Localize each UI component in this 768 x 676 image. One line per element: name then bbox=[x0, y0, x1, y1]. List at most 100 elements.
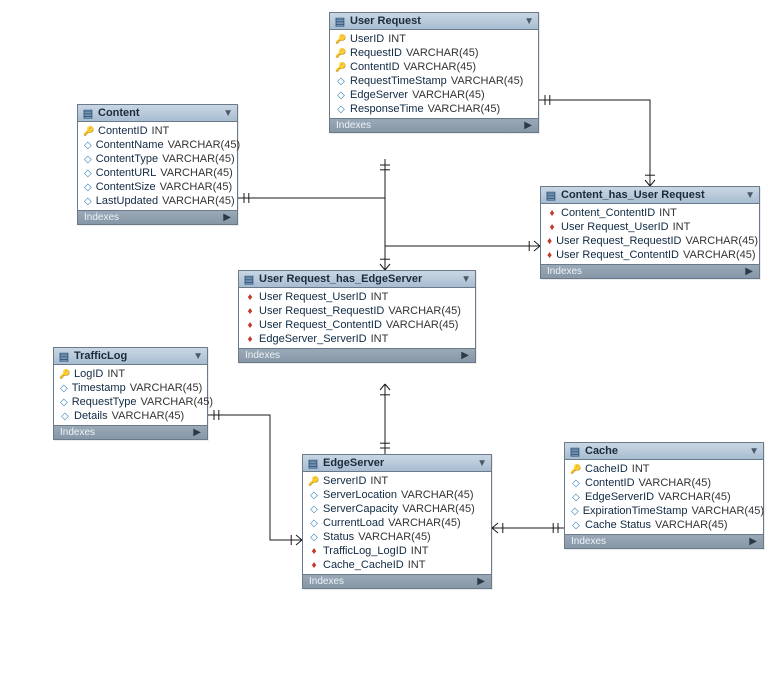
column-type: INT bbox=[411, 545, 429, 557]
chevron-down-icon[interactable]: ▼ bbox=[524, 16, 534, 27]
table-edgeserver[interactable]: ▤EdgeServer▼🔑ServerIDINT◇ServerLocationV… bbox=[302, 454, 492, 589]
table-footer[interactable]: Indexes▶ bbox=[565, 534, 763, 548]
key-icon: 🔑 bbox=[336, 62, 346, 72]
column-row[interactable]: ♦User Request_ContentIDVARCHAR(45) bbox=[239, 318, 475, 332]
indexes-label: Indexes bbox=[309, 576, 344, 587]
column-name: Content_ContentID bbox=[561, 207, 655, 219]
column-row[interactable]: ◇RequestTypeVARCHAR(45) bbox=[54, 395, 207, 409]
column-row[interactable]: ◇Cache StatusVARCHAR(45) bbox=[565, 518, 763, 532]
column-name: EdgeServer_ServerID bbox=[259, 333, 367, 345]
column-row[interactable]: ◇ContentNameVARCHAR(45) bbox=[78, 138, 237, 152]
table-header[interactable]: ▤Content_has_User Request▼ bbox=[541, 187, 759, 204]
column-row[interactable]: 🔑RequestIDVARCHAR(45) bbox=[330, 46, 538, 60]
column-row[interactable]: ◇RequestTimeStampVARCHAR(45) bbox=[330, 74, 538, 88]
column-row[interactable]: ♦EdgeServer_ServerIDINT bbox=[239, 332, 475, 346]
column-row[interactable]: ♦User Request_UserIDINT bbox=[541, 220, 759, 234]
column-name: CacheID bbox=[585, 463, 628, 475]
column-row[interactable]: ◇ContentURLVARCHAR(45) bbox=[78, 166, 237, 180]
column-row[interactable]: 🔑ServerIDINT bbox=[303, 474, 491, 488]
table-content[interactable]: ▤Content▼ 🔑ContentIDINT◇ContentNameVARCHA… bbox=[77, 104, 238, 225]
table-header[interactable]: ▤User Request_has_EdgeServer▼ bbox=[239, 271, 475, 288]
column-row[interactable]: ◇ExpirationTimeStampVARCHAR(45) bbox=[565, 504, 763, 518]
column-row[interactable]: 🔑ContentIDINT bbox=[78, 124, 237, 138]
column-row[interactable]: 🔑 CacheID INT bbox=[565, 462, 763, 476]
column-type: VARCHAR(45) bbox=[404, 61, 477, 73]
column-name: ServerLocation bbox=[323, 489, 397, 501]
table-footer[interactable]: Indexes▶ bbox=[541, 264, 759, 278]
column-row[interactable]: 🔑UserIDINT bbox=[330, 32, 538, 46]
column-row[interactable]: ♦User Request_UserIDINT bbox=[239, 290, 475, 304]
chevron-down-icon[interactable]: ▼ bbox=[477, 458, 487, 469]
column-type: VARCHAR(45) bbox=[691, 505, 764, 517]
column-type: VARCHAR(45) bbox=[655, 519, 728, 531]
column-type: VARCHAR(45) bbox=[168, 139, 241, 151]
foreign-key-icon: ♦ bbox=[547, 222, 557, 232]
column-name: ServerCapacity bbox=[323, 503, 398, 515]
table-cache[interactable]: ▤Cache▼🔑CacheIDINT◇ContentIDVARCHAR(45)◇… bbox=[564, 442, 764, 549]
column-type: VARCHAR(45) bbox=[130, 382, 203, 394]
column-row[interactable]: ◇EdgeServerIDVARCHAR(45) bbox=[565, 490, 763, 504]
column-icon: ◇ bbox=[309, 490, 319, 500]
column-type: INT bbox=[632, 463, 650, 475]
column-name: User Request_RequestID bbox=[259, 305, 384, 317]
table-trafficlog[interactable]: ▤TrafficLog▼ 🔑LogIDINT◇TimestampVARCHAR(4… bbox=[53, 347, 208, 440]
arrow-right-icon: ▶ bbox=[477, 576, 485, 587]
column-row[interactable]: ◇ServerLocationVARCHAR(45) bbox=[303, 488, 491, 502]
column-row[interactable]: ◇StatusVARCHAR(45) bbox=[303, 530, 491, 544]
arrow-right-icon: ▶ bbox=[461, 350, 469, 361]
column-row[interactable]: ♦User Request_ContentIDVARCHAR(45) bbox=[541, 248, 759, 262]
column-type: VARCHAR(45) bbox=[162, 195, 235, 207]
table-icon: ▤ bbox=[243, 273, 255, 285]
chevron-down-icon[interactable]: ▼ bbox=[749, 446, 759, 457]
column-icon: ◇ bbox=[60, 411, 70, 421]
indexes-label: Indexes bbox=[60, 427, 95, 438]
table-footer[interactable]: Indexes ▶ bbox=[54, 425, 207, 439]
key-icon: 🔑 bbox=[84, 126, 94, 136]
chevron-down-icon[interactable]: ▼ bbox=[223, 108, 233, 119]
column-row[interactable]: ◇LastUpdatedVARCHAR(45) bbox=[78, 194, 237, 208]
column-row[interactable]: 🔑LogIDINT bbox=[54, 367, 207, 381]
arrow-right-icon: ▶ bbox=[524, 120, 532, 131]
column-row[interactable]: ◇ContentTypeVARCHAR(45) bbox=[78, 152, 237, 166]
key-icon: 🔑 bbox=[60, 369, 70, 379]
table-footer[interactable]: Indexes▶ bbox=[78, 210, 237, 224]
column-row[interactable]: ♦User Request_RequestIDVARCHAR(45) bbox=[239, 304, 475, 318]
column-row[interactable]: ♦Content_ContentIDINT bbox=[541, 206, 759, 220]
table-header[interactable]: ▤EdgeServer▼ bbox=[303, 455, 491, 472]
chevron-down-icon[interactable]: ▼ bbox=[193, 351, 203, 362]
column-row[interactable]: ◇ContentIDVARCHAR(45) bbox=[565, 476, 763, 490]
key-icon: 🔑 bbox=[571, 464, 581, 474]
column-name: ExpirationTimeStamp bbox=[583, 505, 688, 517]
column-list: 🔑ServerIDINT◇ServerLocationVARCHAR(45)◇S… bbox=[303, 472, 491, 574]
column-row[interactable]: ◇ContentSizeVARCHAR(45) bbox=[78, 180, 237, 194]
column-type: INT bbox=[371, 333, 389, 345]
column-row[interactable]: ◇CurrentLoadVARCHAR(45) bbox=[303, 516, 491, 530]
column-row[interactable]: ◇ServerCapacityVARCHAR(45) bbox=[303, 502, 491, 516]
foreign-key-icon: ♦ bbox=[547, 236, 552, 246]
column-type: VARCHAR(45) bbox=[162, 153, 235, 165]
column-row[interactable]: 🔑ContentIDVARCHAR(45) bbox=[330, 60, 538, 74]
table-header[interactable]: ▤TrafficLog▼ bbox=[54, 348, 207, 365]
column-row[interactable]: ♦TrafficLog_LogIDINT bbox=[303, 544, 491, 558]
table-footer[interactable]: Indexes ▶ bbox=[303, 574, 491, 588]
table-header[interactable]: ▤Content▼ bbox=[78, 105, 237, 122]
chevron-down-icon[interactable]: ▼ bbox=[461, 274, 471, 285]
arrow-right-icon: ▶ bbox=[193, 427, 201, 438]
table-content_has_user_request[interactable]: ▤Content_has_User Request▼♦Content_Conte… bbox=[540, 186, 760, 279]
table-user_request[interactable]: ▤User Request▼ 🔑UserIDINT🔑RequestIDVARCHA… bbox=[329, 12, 539, 133]
chevron-down-icon[interactable]: ▼ bbox=[745, 190, 755, 201]
column-row[interactable]: ♦User Request_RequestIDVARCHAR(45) bbox=[541, 234, 759, 248]
column-type: INT bbox=[107, 368, 125, 380]
indexes-label: Indexes bbox=[571, 536, 606, 547]
column-row[interactable]: ◇EdgeServerVARCHAR(45) bbox=[330, 88, 538, 102]
column-type: VARCHAR(45) bbox=[160, 167, 233, 179]
column-row[interactable]: ◇ResponseTimeVARCHAR(45) bbox=[330, 102, 538, 116]
column-row[interactable]: ◇TimestampVARCHAR(45) bbox=[54, 381, 207, 395]
table-header[interactable]: ▤User Request▼ bbox=[330, 13, 538, 30]
table-footer[interactable]: Indexes▶ bbox=[239, 348, 475, 362]
table-header[interactable]: ▤Cache▼ bbox=[565, 443, 763, 460]
table-user_request_has_edgeserver[interactable]: ▤User Request_has_EdgeServer▼ ♦User Reque… bbox=[238, 270, 476, 363]
table-footer[interactable]: Indexes▶ bbox=[330, 118, 538, 132]
column-row[interactable]: ◇DetailsVARCHAR(45) bbox=[54, 409, 207, 423]
column-row[interactable]: ♦Cache_CacheIDINT bbox=[303, 558, 491, 572]
